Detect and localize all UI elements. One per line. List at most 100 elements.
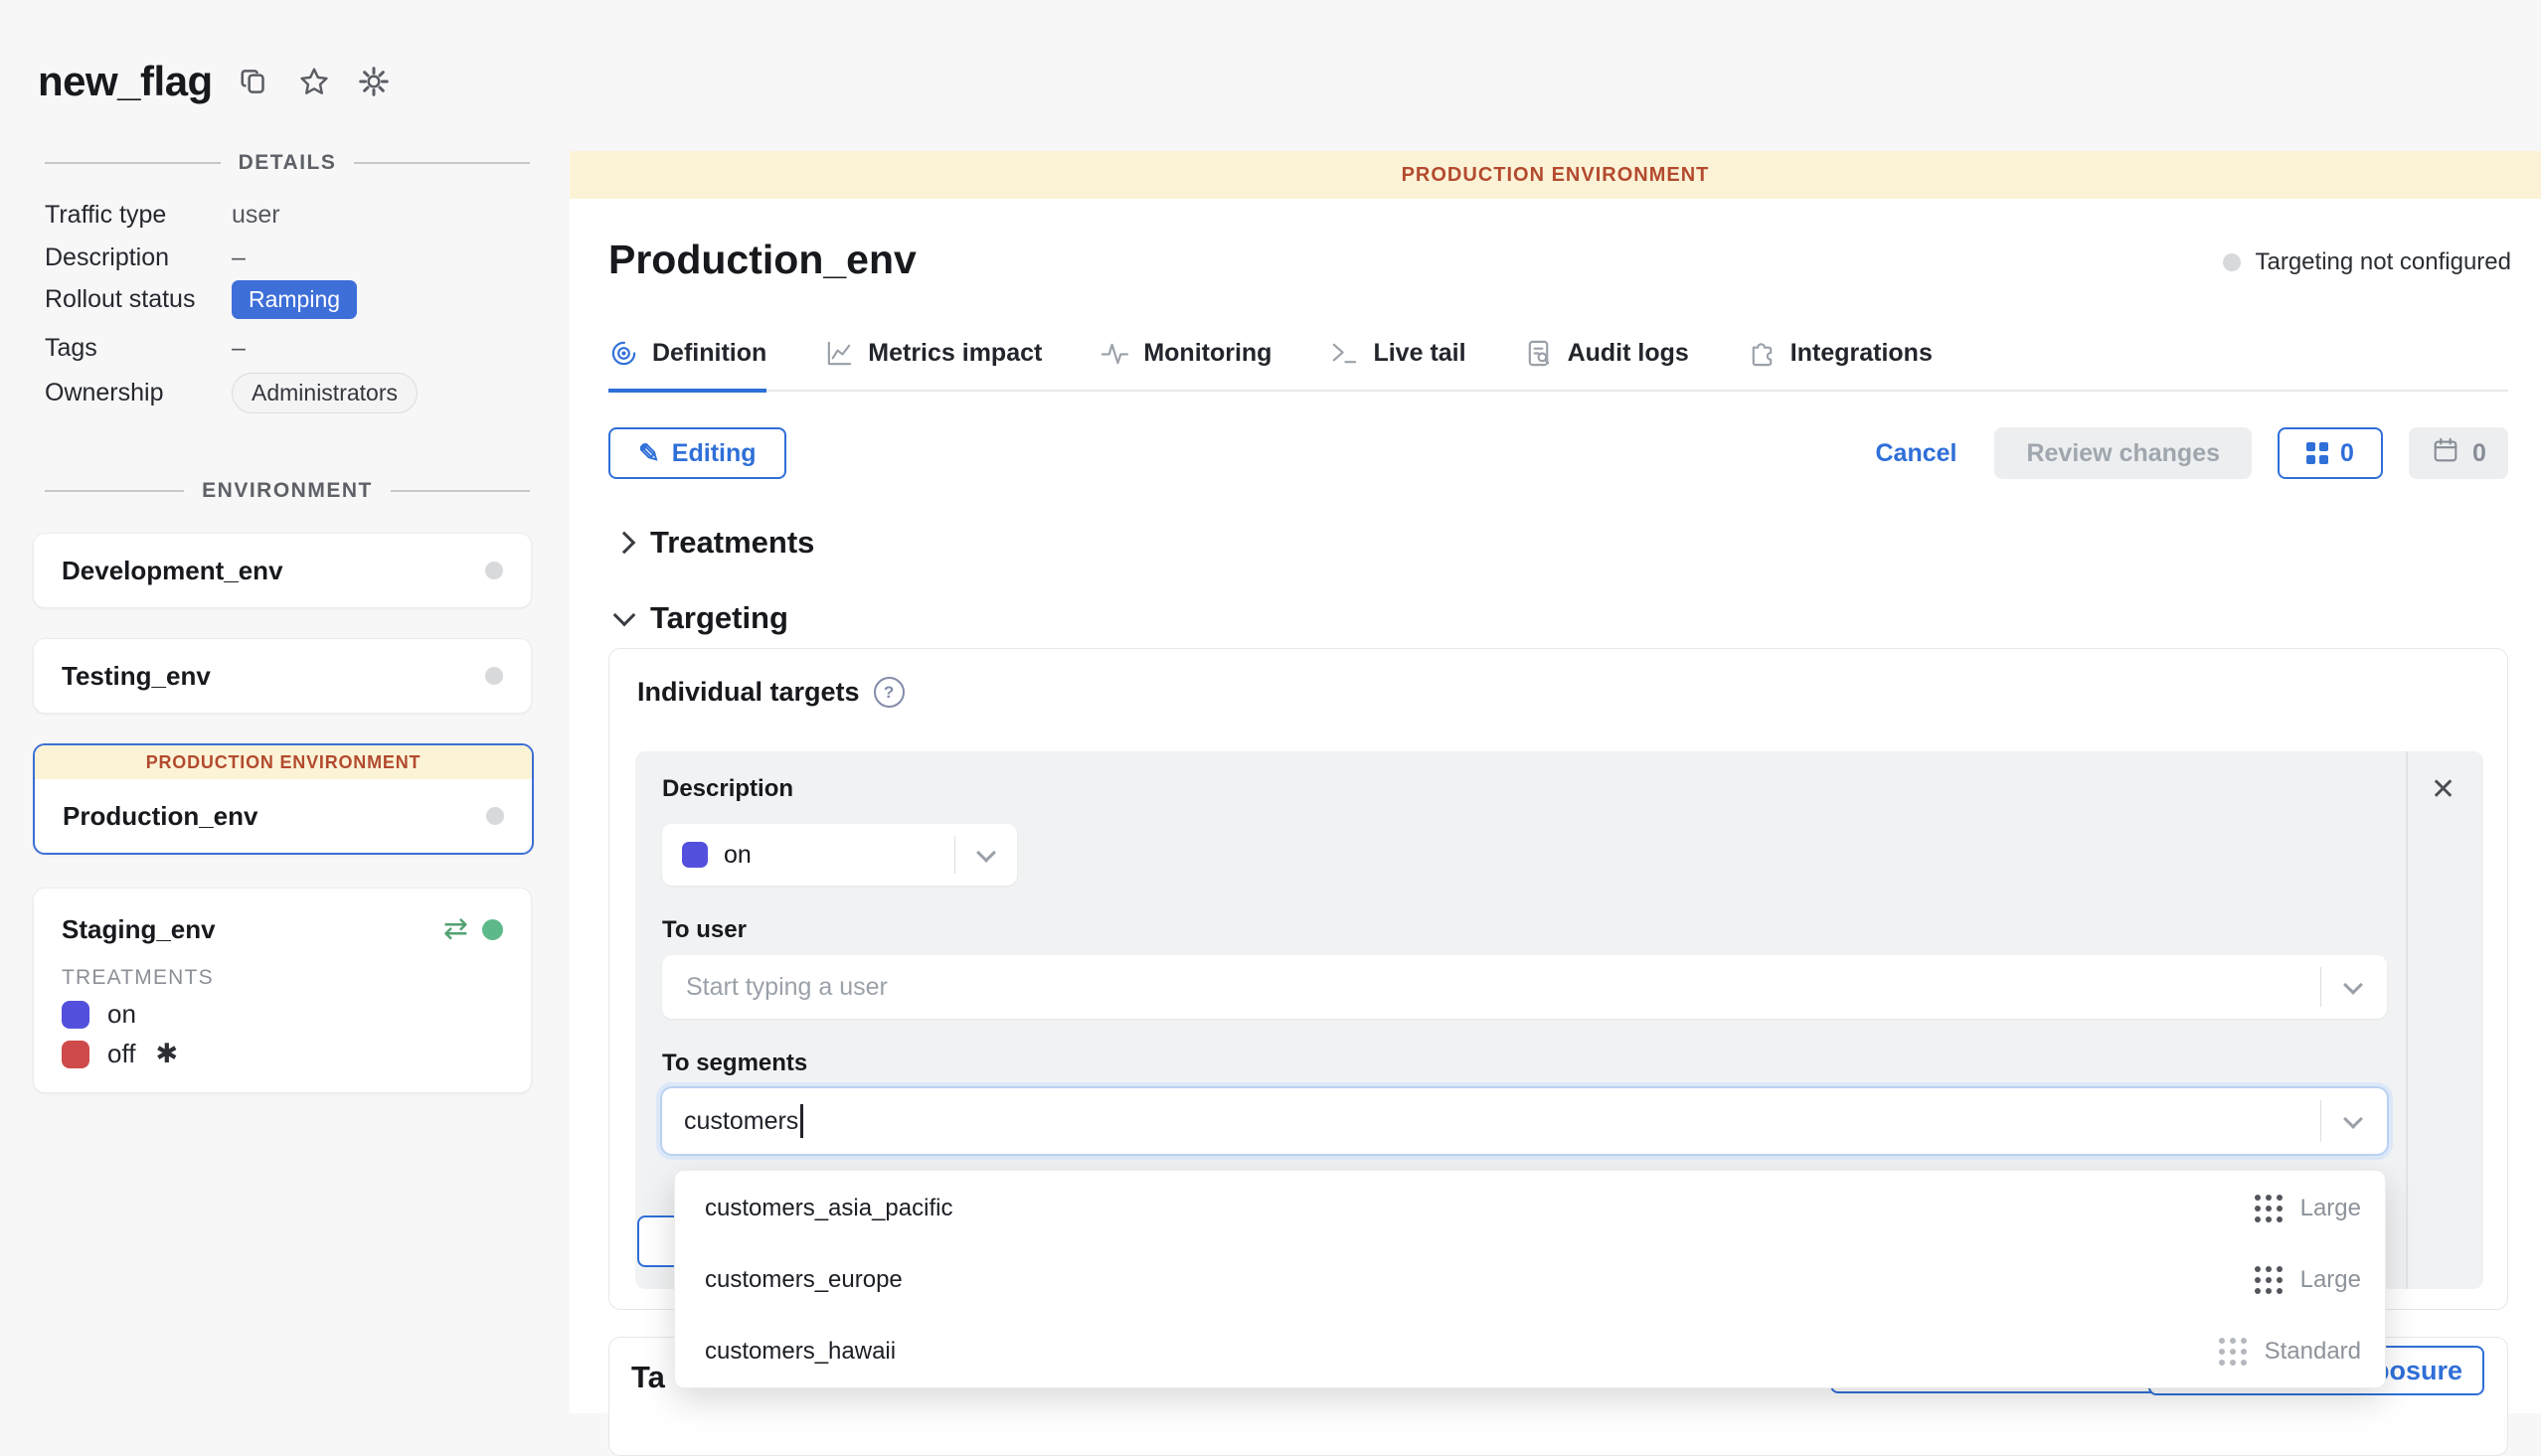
env-name: Testing_env xyxy=(62,661,211,692)
env-card-development[interactable]: Development_env xyxy=(33,533,532,608)
segment-option-asia-pacific[interactable]: customers_asia_pacific Large xyxy=(675,1173,2385,1244)
segment-grid-icon xyxy=(2219,1338,2247,1366)
tags-label: Tags xyxy=(45,334,232,363)
segment-option-hawaii[interactable]: customers_hawaii Standard xyxy=(675,1316,2385,1387)
chevron-down-icon xyxy=(613,604,636,627)
segment-size-label: Standard xyxy=(2265,1338,2361,1366)
env-card-production[interactable]: PRODUCTION ENVIRONMENT Production_env xyxy=(33,743,534,855)
environment-divider: ENVIRONMENT xyxy=(45,479,530,503)
changes-count-button[interactable]: 0 xyxy=(2278,427,2383,479)
treatment-on-swatch xyxy=(62,1001,89,1029)
calendar-icon xyxy=(2431,435,2460,472)
production-environment-banner-main: PRODUCTION ENVIRONMENT xyxy=(570,151,2541,199)
status-dot xyxy=(486,807,504,825)
details-divider: DETAILS xyxy=(45,151,530,175)
segments-query-text: customers xyxy=(684,1107,798,1136)
select-divider xyxy=(2320,967,2322,1007)
treatments-section-header[interactable]: Treatments xyxy=(616,525,814,561)
ownership-badge[interactable]: Administrators xyxy=(232,373,418,413)
detail-row-description: Description – xyxy=(45,243,530,272)
status-dot xyxy=(485,562,503,579)
tab-monitoring[interactable]: Monitoring xyxy=(1100,338,1271,393)
rollout-status-badge[interactable]: Ramping xyxy=(232,280,357,319)
to-user-input[interactable] xyxy=(684,972,2307,1003)
star-icon[interactable] xyxy=(296,64,332,99)
cancel-button[interactable]: Cancel xyxy=(1875,439,1956,468)
tab-live-tail[interactable]: Live tail xyxy=(1329,338,1465,393)
chevron-down-icon xyxy=(976,843,996,863)
text-caret xyxy=(800,1104,803,1138)
detail-row-rollout-status: Rollout status Ramping xyxy=(45,280,530,319)
to-user-field xyxy=(662,955,2387,1019)
treatment-on-swatch xyxy=(682,842,708,868)
audit-logs-icon xyxy=(1524,338,1555,369)
targeting-status: Targeting not configured xyxy=(2223,248,2511,276)
integrations-icon xyxy=(1747,338,1778,369)
treatment-select[interactable]: on xyxy=(662,824,1017,886)
env-name: Production_env xyxy=(63,801,257,832)
default-treatment-asterisk-icon: ✱ xyxy=(155,1039,178,1069)
review-changes-button[interactable]: Review changes xyxy=(1994,427,2252,479)
rule-divider xyxy=(2406,751,2408,1289)
rollout-status-label: Rollout status xyxy=(45,285,232,314)
detail-row-ownership: Ownership Administrators xyxy=(45,373,530,413)
metrics-impact-icon xyxy=(824,338,855,369)
tab-audit-logs[interactable]: Audit logs xyxy=(1524,338,1689,393)
to-segments-input[interactable]: customers xyxy=(662,1088,2387,1154)
sync-arrows-icon: ⇄ xyxy=(443,914,468,944)
tab-metrics-impact[interactable]: Metrics impact xyxy=(824,338,1042,393)
changes-grid-icon xyxy=(2306,442,2328,464)
treatment-off-label: off xyxy=(107,1039,135,1069)
chevron-down-icon xyxy=(2343,975,2363,995)
live-tail-icon xyxy=(1329,338,1360,369)
select-divider xyxy=(2320,1100,2322,1142)
detail-row-tags: Tags – xyxy=(45,334,530,363)
status-dot-green xyxy=(482,919,503,940)
tags-value: – xyxy=(232,334,246,363)
env-card-staging[interactable]: Staging_env ⇄ TREATMENTS on off ✱ xyxy=(33,888,532,1093)
page-title: Production_env xyxy=(608,237,917,283)
monitoring-icon xyxy=(1100,338,1130,369)
gear-icon[interactable] xyxy=(356,64,392,99)
individual-targets-heading: Individual targets ? xyxy=(637,677,905,708)
treatment-row-on: on xyxy=(34,990,531,1030)
segment-grid-icon xyxy=(2255,1195,2283,1222)
editing-button[interactable]: ✎ Editing xyxy=(608,427,786,479)
status-dot xyxy=(2223,253,2241,271)
toolbar: ✎ Editing Cancel Review changes 0 0 xyxy=(608,427,2508,479)
treatment-off-swatch xyxy=(62,1041,89,1068)
tab-integrations[interactable]: Integrations xyxy=(1747,338,1933,393)
segments-dropdown: customers_asia_pacific Large customers_e… xyxy=(674,1170,2386,1388)
tab-bar: Definition Metrics impact Monitoring Liv… xyxy=(608,338,2508,392)
copy-icon[interactable] xyxy=(237,64,272,99)
environment-heading: ENVIRONMENT xyxy=(202,479,373,503)
traffic-type-label: Traffic type xyxy=(45,201,232,230)
segment-grid-icon xyxy=(2255,1266,2283,1294)
tab-definition[interactable]: Definition xyxy=(608,338,766,393)
chevron-down-icon xyxy=(2343,1109,2363,1129)
flag-header: new_flag xyxy=(38,58,392,105)
traffic-type-value: user xyxy=(232,201,280,230)
flag-title: new_flag xyxy=(38,58,213,105)
segment-size-label: Large xyxy=(2300,1195,2361,1222)
segment-option-europe[interactable]: customers_europe Large xyxy=(675,1244,2385,1316)
targeting-section-header[interactable]: Targeting xyxy=(616,600,788,636)
schedule-count-button[interactable]: 0 xyxy=(2409,427,2508,479)
treatment-on-label: on xyxy=(107,999,136,1030)
close-icon[interactable]: ✕ xyxy=(2431,775,2456,805)
targeting-status-text: Targeting not configured xyxy=(2255,248,2511,276)
treatment-row-off: off ✱ xyxy=(34,1030,531,1069)
description-field-label: Description xyxy=(662,775,793,803)
bottom-section-heading: Ta xyxy=(631,1360,665,1395)
help-icon[interactable]: ? xyxy=(874,677,905,708)
pencil-icon: ✎ xyxy=(638,438,660,469)
to-user-label: To user xyxy=(662,916,747,944)
description-value: – xyxy=(232,243,246,272)
to-segments-label: To segments xyxy=(662,1050,807,1077)
ownership-label: Ownership xyxy=(45,379,232,407)
details-heading: DETAILS xyxy=(239,151,337,175)
treatments-heading: TREATMENTS xyxy=(34,962,531,990)
env-card-testing[interactable]: Testing_env xyxy=(33,638,532,714)
status-dot xyxy=(485,667,503,685)
production-environment-banner: PRODUCTION ENVIRONMENT xyxy=(35,745,532,779)
